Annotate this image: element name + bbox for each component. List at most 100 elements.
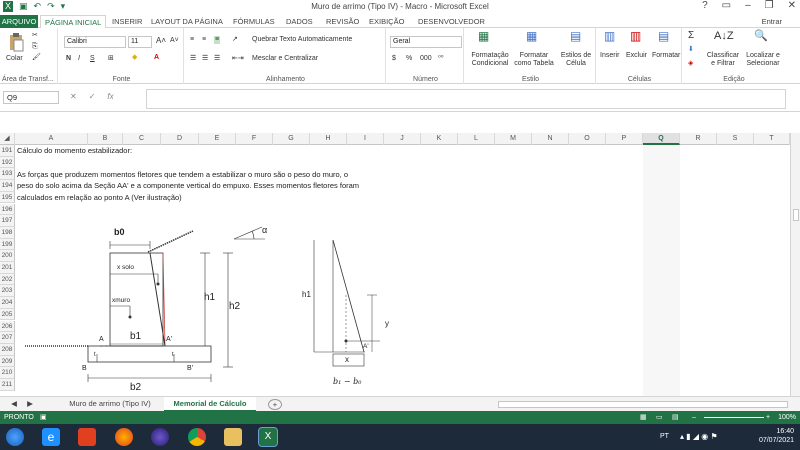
font-color-icon[interactable]: A bbox=[154, 54, 159, 62]
column-header[interactable]: N bbox=[532, 133, 569, 145]
tab-review[interactable]: REVISÃO bbox=[326, 17, 359, 26]
comma-style-icon[interactable]: 000 bbox=[420, 55, 432, 63]
column-header[interactable]: J bbox=[384, 133, 421, 145]
font-name-box[interactable]: Calibri bbox=[64, 36, 126, 48]
bold-button[interactable]: N bbox=[66, 55, 71, 63]
chrome-icon[interactable] bbox=[188, 428, 206, 446]
column-header[interactable]: K bbox=[421, 133, 458, 145]
merge-center-button[interactable]: Mesclar e Centralizar bbox=[252, 55, 318, 63]
start-icon[interactable] bbox=[6, 428, 24, 446]
tab-data[interactable]: DADOS bbox=[286, 17, 313, 26]
select-all-corner[interactable]: ◢ bbox=[0, 133, 15, 145]
sort-filter-button[interactable]: Classificar e Filtrar bbox=[704, 52, 742, 68]
column-header[interactable]: T bbox=[754, 133, 790, 145]
formula-input[interactable] bbox=[146, 89, 786, 109]
page-layout-view-icon[interactable]: ▭ bbox=[656, 411, 663, 424]
firefox-icon[interactable] bbox=[115, 428, 133, 446]
paste-icon[interactable] bbox=[8, 32, 24, 52]
sort-filter-icon[interactable]: A↓Z bbox=[714, 31, 734, 42]
conditional-format-icon[interactable]: ▦ bbox=[478, 30, 489, 42]
paste-button[interactable]: Colar bbox=[6, 55, 23, 63]
insert-function-button[interactable]: fx bbox=[107, 92, 113, 101]
name-box[interactable]: Q9 bbox=[3, 91, 59, 104]
minimize-icon[interactable]: – bbox=[745, 0, 751, 11]
column-header[interactable]: D bbox=[161, 133, 199, 145]
grow-font-icon[interactable]: A˄ bbox=[156, 37, 166, 45]
autosum-icon[interactable]: Σ bbox=[688, 31, 694, 41]
help-icon[interactable]: ? bbox=[702, 0, 708, 11]
column-header[interactable]: C bbox=[123, 133, 161, 145]
column-header[interactable]: S bbox=[717, 133, 754, 145]
align-center-icon[interactable]: ☰ bbox=[202, 55, 208, 63]
insert-cells-button[interactable]: Inserir bbox=[600, 52, 619, 60]
fill-icon[interactable]: ⬇ bbox=[688, 46, 694, 54]
prev-sheet-icon[interactable]: ◀ bbox=[8, 397, 20, 412]
cancel-icon[interactable]: ✕ bbox=[70, 92, 77, 101]
italic-button[interactable]: I bbox=[78, 55, 80, 63]
zoom-out-icon[interactable]: – bbox=[692, 411, 696, 424]
tray-icons[interactable]: ▴ ▮ ◢ ◉ ⚑ bbox=[680, 432, 718, 441]
percent-icon[interactable]: % bbox=[406, 55, 412, 63]
column-header[interactable]: B bbox=[88, 133, 123, 145]
file-tab[interactable]: ARQUIVO bbox=[0, 15, 38, 28]
column-header[interactable]: A bbox=[15, 133, 88, 145]
cell-styles-button[interactable]: Estilos de Célula bbox=[558, 52, 594, 68]
next-sheet-icon[interactable]: ▶ bbox=[24, 397, 36, 412]
tab-insert[interactable]: INSERIR bbox=[112, 17, 142, 26]
page-break-view-icon[interactable]: ▤ bbox=[672, 411, 679, 424]
horizontal-scrollbar[interactable] bbox=[498, 401, 788, 408]
column-header[interactable]: F bbox=[236, 133, 273, 145]
column-header[interactable]: R bbox=[680, 133, 717, 145]
align-bottom-icon[interactable]: ≡ bbox=[214, 36, 221, 44]
column-header[interactable]: E bbox=[199, 133, 236, 145]
language-indicator[interactable]: PT bbox=[660, 433, 669, 440]
restore-icon[interactable]: ❐ bbox=[765, 0, 774, 11]
sign-in-link[interactable]: Entrar bbox=[762, 17, 782, 26]
decimal-icon[interactable]: ⁰⁰ bbox=[438, 55, 444, 63]
borders-icon[interactable]: ⊞ bbox=[108, 55, 114, 63]
file-explorer-icon[interactable] bbox=[224, 428, 242, 446]
align-left-icon[interactable]: ☰ bbox=[190, 55, 196, 63]
column-header[interactable]: M bbox=[495, 133, 532, 145]
tab-view[interactable]: EXIBIÇÃO bbox=[369, 17, 404, 26]
tab-page-layout[interactable]: LAYOUT DA PÁGINA bbox=[151, 17, 223, 26]
column-header[interactable]: I bbox=[347, 133, 384, 145]
sheet-tab-muro[interactable]: Muro de arrimo (Tipo IV) bbox=[58, 397, 162, 412]
column-header[interactable]: O bbox=[569, 133, 606, 145]
column-header-selected[interactable]: Q bbox=[643, 133, 680, 145]
ribbon-options-icon[interactable]: ▭ bbox=[722, 0, 731, 11]
indent-icon[interactable]: ⇤⇥ bbox=[232, 55, 244, 63]
add-sheet-button[interactable]: + bbox=[268, 399, 282, 410]
excel-taskbar-icon[interactable]: X bbox=[258, 427, 278, 447]
font-size-box[interactable]: 11 bbox=[128, 36, 152, 48]
delete-cells-button[interactable]: Excluir bbox=[626, 52, 647, 60]
zoom-in-icon[interactable]: + bbox=[766, 411, 770, 424]
column-header[interactable]: L bbox=[458, 133, 495, 145]
normal-view-icon[interactable]: ▦ bbox=[640, 411, 647, 424]
clear-icon[interactable]: ◈ bbox=[688, 60, 693, 68]
underline-button[interactable]: S bbox=[90, 55, 95, 63]
align-right-icon[interactable]: ☰ bbox=[214, 55, 220, 63]
orientation-icon[interactable]: ↗ bbox=[232, 36, 238, 44]
vertical-scrollbar[interactable] bbox=[790, 133, 800, 396]
format-table-icon[interactable]: ▦ bbox=[526, 30, 537, 42]
scrollbar-thumb[interactable] bbox=[793, 209, 799, 221]
cut-icon[interactable]: ✂ bbox=[32, 32, 38, 40]
clock[interactable]: 16:40 07/07/2021 bbox=[759, 427, 794, 445]
format-cells-icon[interactable]: ▤ bbox=[658, 30, 669, 42]
fill-color-icon[interactable]: ◆ bbox=[132, 54, 137, 62]
shrink-font-icon[interactable]: A˅ bbox=[170, 37, 179, 45]
find-select-icon[interactable]: 🔍 bbox=[754, 31, 768, 42]
media-player-icon[interactable] bbox=[78, 428, 96, 446]
align-middle-icon[interactable]: ≡ bbox=[202, 36, 206, 44]
macro-record-icon[interactable]: ▣ bbox=[40, 411, 47, 424]
find-select-button[interactable]: Localizar e Selecionar bbox=[742, 52, 784, 68]
column-header[interactable]: H bbox=[310, 133, 347, 145]
close-icon[interactable]: ✕ bbox=[788, 0, 796, 11]
format-painter-icon[interactable]: 🖌 bbox=[32, 54, 41, 62]
cell-styles-icon[interactable]: ▤ bbox=[570, 30, 581, 42]
browser-icon[interactable] bbox=[151, 428, 169, 446]
align-top-icon[interactable]: ≡ bbox=[190, 36, 194, 44]
zoom-slider[interactable] bbox=[704, 417, 764, 418]
worksheet-grid[interactable]: 191 192 193 194 195 196 197 198 199 200 … bbox=[0, 145, 790, 396]
